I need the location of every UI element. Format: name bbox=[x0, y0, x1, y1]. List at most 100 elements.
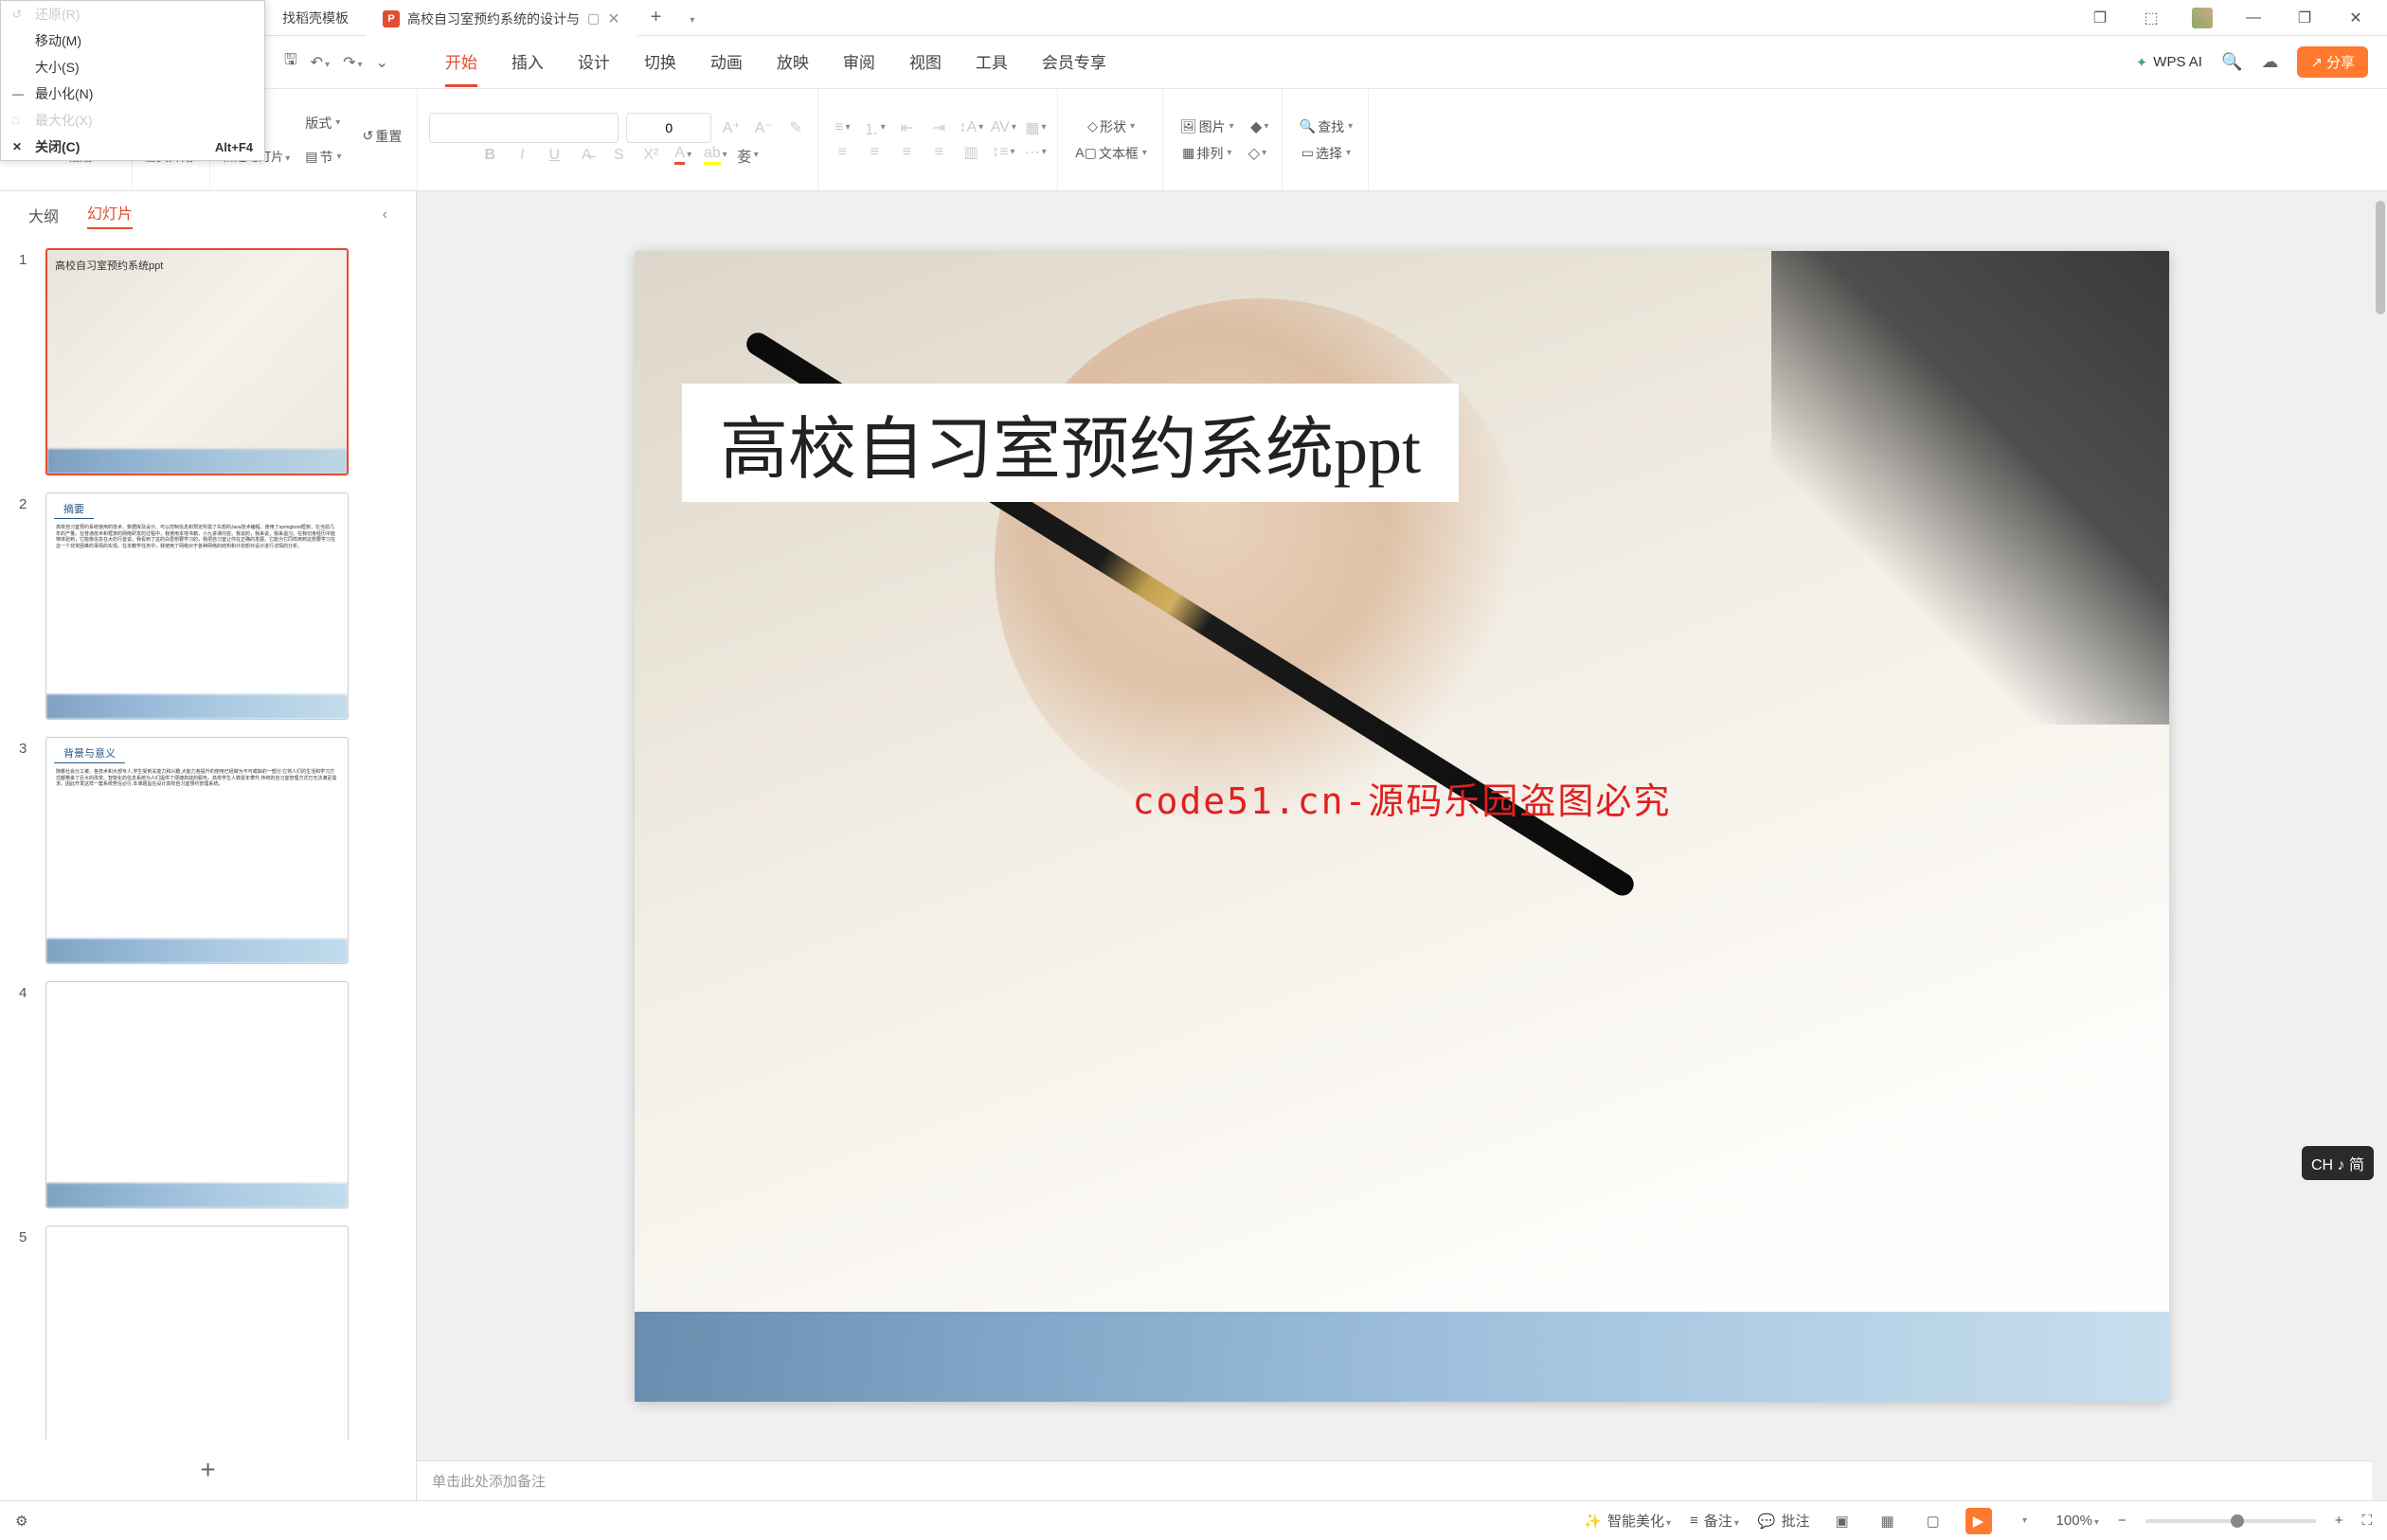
zoom-in-button[interactable]: + bbox=[2335, 1513, 2343, 1529]
share-button[interactable]: ↗分享 bbox=[2297, 46, 2368, 78]
align-center-button[interactable]: ≡ bbox=[862, 140, 887, 165]
cloud-upload-icon[interactable]: ☁ bbox=[2261, 52, 2278, 72]
pinyin-button[interactable]: 㚣 bbox=[735, 143, 760, 168]
view-slideshow-dropdown[interactable] bbox=[2011, 1508, 2037, 1534]
sidebar-collapse-icon[interactable]: ‹ bbox=[383, 206, 387, 224]
reset-button[interactable]: ↺ 重置 bbox=[357, 123, 408, 150]
present-icon[interactable]: ▢ bbox=[587, 10, 600, 27]
section-button[interactable]: ▤ 节 bbox=[299, 144, 347, 170]
window-cube-icon[interactable]: ⬚ bbox=[2129, 0, 2173, 36]
fill-shape-icon[interactable]: ◆ bbox=[1247, 115, 1272, 139]
tab-template[interactable]: 找稻壳模板 bbox=[265, 0, 366, 36]
bullets-button[interactable]: ≡ bbox=[830, 116, 854, 140]
columns-button[interactable]: ▥ bbox=[959, 140, 983, 165]
font-family-select[interactable] bbox=[429, 113, 619, 143]
restore-button[interactable]: ❐ bbox=[2283, 0, 2326, 36]
user-avatar[interactable] bbox=[2181, 0, 2224, 36]
outline-shape-icon[interactable]: ◇ bbox=[1245, 141, 1269, 166]
wps-ai-button[interactable]: ✦WPS AI bbox=[2136, 54, 2202, 71]
superscript-button[interactable]: X² bbox=[638, 143, 663, 168]
menu-restore[interactable]: ↺还原(R) bbox=[1, 1, 264, 27]
underline-button[interactable]: U bbox=[542, 143, 566, 168]
menutab-design[interactable]: 设计 bbox=[578, 38, 610, 87]
beautify-button[interactable]: ✨智能美化 bbox=[1584, 1511, 1671, 1531]
slide-thumb-5[interactable]: 5 bbox=[19, 1226, 397, 1440]
line-spacing-button[interactable]: ↕≡ bbox=[991, 140, 1015, 165]
select-button[interactable]: ▭ 选择 bbox=[1296, 140, 1356, 167]
slide-canvas[interactable]: 高校自习室预约系统ppt code51.cn-源码乐园盗图必究 bbox=[635, 251, 2169, 1402]
save-icon[interactable]: 🖫 bbox=[284, 49, 297, 75]
ime-indicator[interactable]: CH ♪ 简 bbox=[2302, 1146, 2374, 1180]
align-right-button[interactable]: ≡ bbox=[894, 140, 919, 165]
vertical-scrollbar[interactable] bbox=[2372, 191, 2387, 1500]
picture-button[interactable]: 🖼 图片 bbox=[1175, 114, 1240, 140]
slide-title[interactable]: 高校自习室预约系统ppt bbox=[682, 384, 1459, 502]
minimize-button[interactable]: — bbox=[2232, 0, 2275, 36]
undo-button[interactable]: ↶ bbox=[311, 53, 330, 72]
add-slide-button[interactable]: + bbox=[0, 1440, 416, 1500]
numbering-button[interactable]: ⒈ bbox=[862, 116, 887, 140]
arrange-button[interactable]: ▦ 排列 bbox=[1176, 140, 1237, 167]
close-button[interactable]: ✕ bbox=[2334, 0, 2378, 36]
menutab-tools[interactable]: 工具 bbox=[976, 38, 1008, 87]
layout-button[interactable]: 版式 bbox=[299, 110, 347, 136]
fit-window-icon[interactable]: ⛶ bbox=[2361, 1513, 2372, 1529]
italic-button[interactable]: I bbox=[510, 143, 534, 168]
menutab-member[interactable]: 会员专享 bbox=[1042, 38, 1106, 87]
smartart-button[interactable]: ▦ bbox=[1023, 116, 1048, 140]
redo-button[interactable]: ↷ bbox=[343, 53, 362, 72]
strikethrough-button[interactable]: A̶ bbox=[574, 143, 599, 168]
bold-button[interactable]: B bbox=[477, 143, 502, 168]
shape-button[interactable]: ◇ 形状 bbox=[1082, 114, 1140, 140]
indent-dec-button[interactable]: ⇤ bbox=[894, 116, 919, 140]
char-spacing-button[interactable]: AV bbox=[991, 116, 1015, 140]
menutab-start[interactable]: 开始 bbox=[445, 38, 477, 87]
slide-thumb-4[interactable]: 4 bbox=[19, 981, 397, 1209]
view-normal-icon[interactable]: ▣ bbox=[1829, 1508, 1856, 1534]
tab-add-dropdown[interactable] bbox=[674, 7, 708, 28]
highlight-button[interactable]: ab bbox=[703, 143, 727, 168]
tab-add-button[interactable]: + bbox=[637, 7, 675, 28]
sidebar-tab-outline[interactable]: 大纲 bbox=[28, 204, 59, 226]
menu-maximize[interactable]: □最大化(X) bbox=[1, 107, 264, 134]
menu-move[interactable]: 移动(M) bbox=[1, 27, 264, 54]
menu-size[interactable]: 大小(S) bbox=[1, 54, 264, 81]
menutab-review[interactable]: 审阅 bbox=[843, 38, 875, 87]
search-icon[interactable]: 🔍 bbox=[2221, 52, 2242, 72]
sidebar-tab-slides[interactable]: 幻灯片 bbox=[87, 201, 133, 229]
slides-list[interactable]: 1 高校自习室预约系统ppt 2 摘要 高校自习室预约系统使用的技术、数据库及设… bbox=[0, 239, 416, 1440]
tab-close-button[interactable]: ✕ bbox=[607, 9, 619, 28]
indent-inc-button[interactable]: ⇥ bbox=[926, 116, 951, 140]
tab-document[interactable]: P 高校自习室预约系统的设计与 ▢ ✕ bbox=[366, 0, 637, 36]
font-size-select[interactable] bbox=[626, 113, 711, 143]
view-sorter-icon[interactable]: ▦ bbox=[1875, 1508, 1901, 1534]
decrease-font-icon[interactable]: A⁻ bbox=[751, 116, 776, 140]
zoom-level[interactable]: 100% bbox=[2056, 1513, 2099, 1529]
text-direction-button[interactable]: ↕A bbox=[959, 116, 983, 140]
para-more-button[interactable]: ⋯ bbox=[1023, 140, 1048, 165]
view-slideshow-icon[interactable]: ▶ bbox=[1965, 1508, 1992, 1534]
menutab-animation[interactable]: 动画 bbox=[710, 38, 743, 87]
slide-thumb-2[interactable]: 2 摘要 高校自习室预约系统使用的技术、数据库及设计。可以控制信息和预定所需了先… bbox=[19, 492, 397, 720]
increase-font-icon[interactable]: A⁺ bbox=[719, 116, 744, 140]
window-multi-icon[interactable]: ❐ bbox=[2078, 0, 2122, 36]
notes-placeholder[interactable]: 单击此处添加备注 bbox=[417, 1460, 2387, 1500]
menutab-insert[interactable]: 插入 bbox=[512, 38, 544, 87]
find-button[interactable]: 🔍 查找 bbox=[1294, 114, 1358, 140]
status-tools-icon[interactable]: ⚙ bbox=[15, 1513, 27, 1530]
textbox-button[interactable]: A▢ 文本框 bbox=[1069, 140, 1153, 167]
slide-thumb-1[interactable]: 1 高校自习室预约系统ppt bbox=[19, 248, 397, 475]
zoom-out-button[interactable]: − bbox=[2118, 1513, 2127, 1529]
qa-more[interactable]: ⌄ bbox=[376, 53, 388, 72]
align-justify-button[interactable]: ≡ bbox=[926, 140, 951, 165]
strike-icon[interactable]: S bbox=[606, 143, 631, 168]
notes-button[interactable]: ≡备注 bbox=[1690, 1511, 1739, 1531]
align-left-button[interactable]: ≡ bbox=[830, 140, 854, 165]
menutab-transition[interactable]: 切换 bbox=[644, 38, 676, 87]
menutab-view[interactable]: 视图 bbox=[909, 38, 942, 87]
menu-close[interactable]: ✕关闭(C)Alt+F4 bbox=[1, 134, 264, 160]
menutab-slideshow[interactable]: 放映 bbox=[777, 38, 809, 87]
font-color-button[interactable]: A bbox=[671, 143, 695, 168]
comments-button[interactable]: 💬批注 bbox=[1758, 1511, 1810, 1531]
zoom-slider[interactable] bbox=[2145, 1519, 2316, 1523]
